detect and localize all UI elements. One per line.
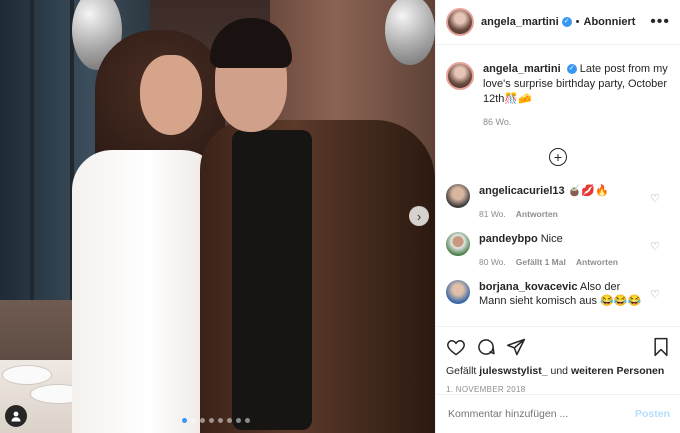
comment-age: 80 Wo.	[479, 257, 506, 267]
man-shirt	[232, 130, 312, 430]
comment-age: 81 Wo.	[479, 209, 506, 219]
post-button[interactable]: Posten	[635, 408, 670, 420]
comment-text: 🧉💋🔥	[567, 185, 609, 197]
share-icon[interactable]	[506, 337, 526, 357]
post-header: angela_martini ✓ • Abonniert •••	[436, 0, 680, 45]
comment-username[interactable]: angelicacuriel13	[479, 185, 565, 197]
reply-button[interactable]: Antworten	[576, 255, 618, 269]
comment-item: angelicacuriel13 🧉💋🔥 81 Wo. Antworten ♡	[436, 178, 680, 226]
carousel-dot[interactable]	[191, 418, 196, 423]
likes-others-button[interactable]: weiteren Personen	[571, 365, 664, 377]
post-sidebar: angela_martini ✓ • Abonniert ••• angela_…	[435, 0, 680, 433]
plate	[2, 365, 52, 385]
comments-list[interactable]: angela_martini ✓ Late post from my love'…	[436, 52, 680, 324]
add-comment-bar: Posten	[436, 394, 680, 433]
woman-face	[140, 55, 202, 135]
separator: •	[575, 16, 580, 28]
comment-text: Nice	[540, 233, 563, 245]
reply-button[interactable]: Antworten	[516, 207, 558, 221]
plus-circle-icon[interactable]: +	[549, 148, 567, 166]
likes-user[interactable]: juleswstylist_	[479, 365, 547, 377]
carousel-dot[interactable]	[182, 418, 187, 423]
carousel-dots	[182, 418, 250, 423]
carousel-dot[interactable]	[236, 418, 241, 423]
verified-icon: ✓	[566, 64, 577, 75]
likes-prefix: Gefällt	[446, 365, 477, 377]
caption-age: 86 Wo.	[483, 117, 512, 127]
carousel-dot[interactable]	[218, 418, 223, 423]
avatar[interactable]	[446, 62, 474, 90]
heart-icon[interactable]: ♡	[650, 288, 660, 301]
carousel-dot[interactable]	[227, 418, 232, 423]
avatar[interactable]	[446, 8, 474, 36]
more-icon[interactable]: •••	[650, 13, 670, 31]
likes-summary: Gefällt juleswstylist_ und weiteren Pers…	[446, 365, 670, 377]
likes-connector: und	[550, 365, 569, 377]
avatar[interactable]	[446, 232, 470, 256]
caption: angela_martini ✓ Late post from my love'…	[436, 52, 680, 130]
heart-icon[interactable]	[446, 337, 466, 357]
avatar[interactable]	[446, 184, 470, 208]
comment-likes[interactable]: Gefällt 1 Mal	[516, 255, 566, 269]
verified-icon: ✓	[561, 17, 572, 27]
carousel-dot[interactable]	[209, 418, 214, 423]
comment-icon[interactable]	[476, 337, 496, 357]
carousel-dot[interactable]	[200, 418, 205, 423]
comment-username[interactable]: pandeybpo	[479, 233, 538, 245]
avatar[interactable]	[446, 280, 470, 304]
comment-item: pandeybpo Nice 80 Wo. Gefällt 1 Mal Antw…	[436, 226, 680, 274]
bookmark-icon[interactable]	[652, 337, 670, 357]
comment-username[interactable]: borjana_kovacevic	[479, 281, 577, 293]
comment-input[interactable]	[446, 407, 635, 421]
post-actions: Gefällt juleswstylist_ und weiteren Pers…	[436, 326, 680, 394]
heart-icon[interactable]: ♡	[650, 192, 660, 205]
heart-icon[interactable]: ♡	[650, 240, 660, 253]
caption-username[interactable]: angela_martini	[483, 63, 561, 75]
author-username[interactable]: angela_martini	[481, 16, 559, 28]
post-photo[interactable]: ›	[0, 0, 435, 433]
chevron-right-icon[interactable]: ›	[409, 206, 429, 226]
post-date: 1. NOVEMBER 2018	[446, 385, 526, 394]
follow-status-button[interactable]: Abonniert	[584, 16, 636, 28]
comment-item: borjana_kovacevic Also der Mann sieht ko…	[436, 274, 680, 313]
carousel-dot[interactable]	[245, 418, 250, 423]
tag-user-icon[interactable]	[5, 405, 27, 427]
